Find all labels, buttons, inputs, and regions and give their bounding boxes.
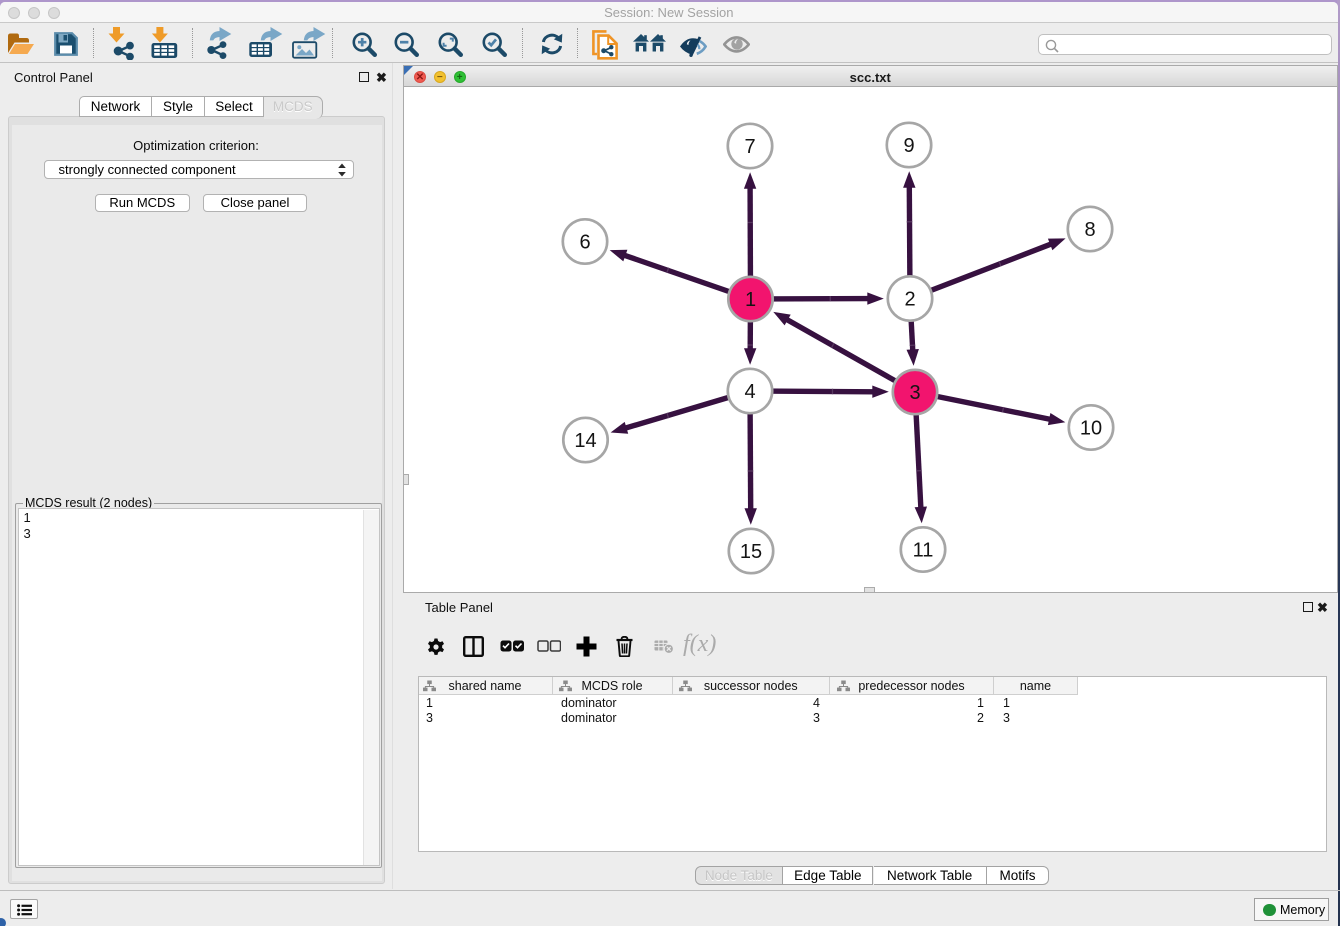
svg-text:3: 3 [909,382,920,404]
svg-text:4: 4 [744,381,755,403]
svg-text:2: 2 [904,288,915,310]
svg-text:1: 1 [745,289,756,311]
svg-text:8: 8 [1084,219,1095,241]
svg-text:7: 7 [744,136,755,158]
svg-text:10: 10 [1080,417,1102,439]
svg-text:9: 9 [903,135,914,157]
svg-text:14: 14 [574,430,596,452]
svg-text:11: 11 [913,539,934,561]
svg-text:15: 15 [740,541,762,563]
svg-text:6: 6 [579,231,590,253]
